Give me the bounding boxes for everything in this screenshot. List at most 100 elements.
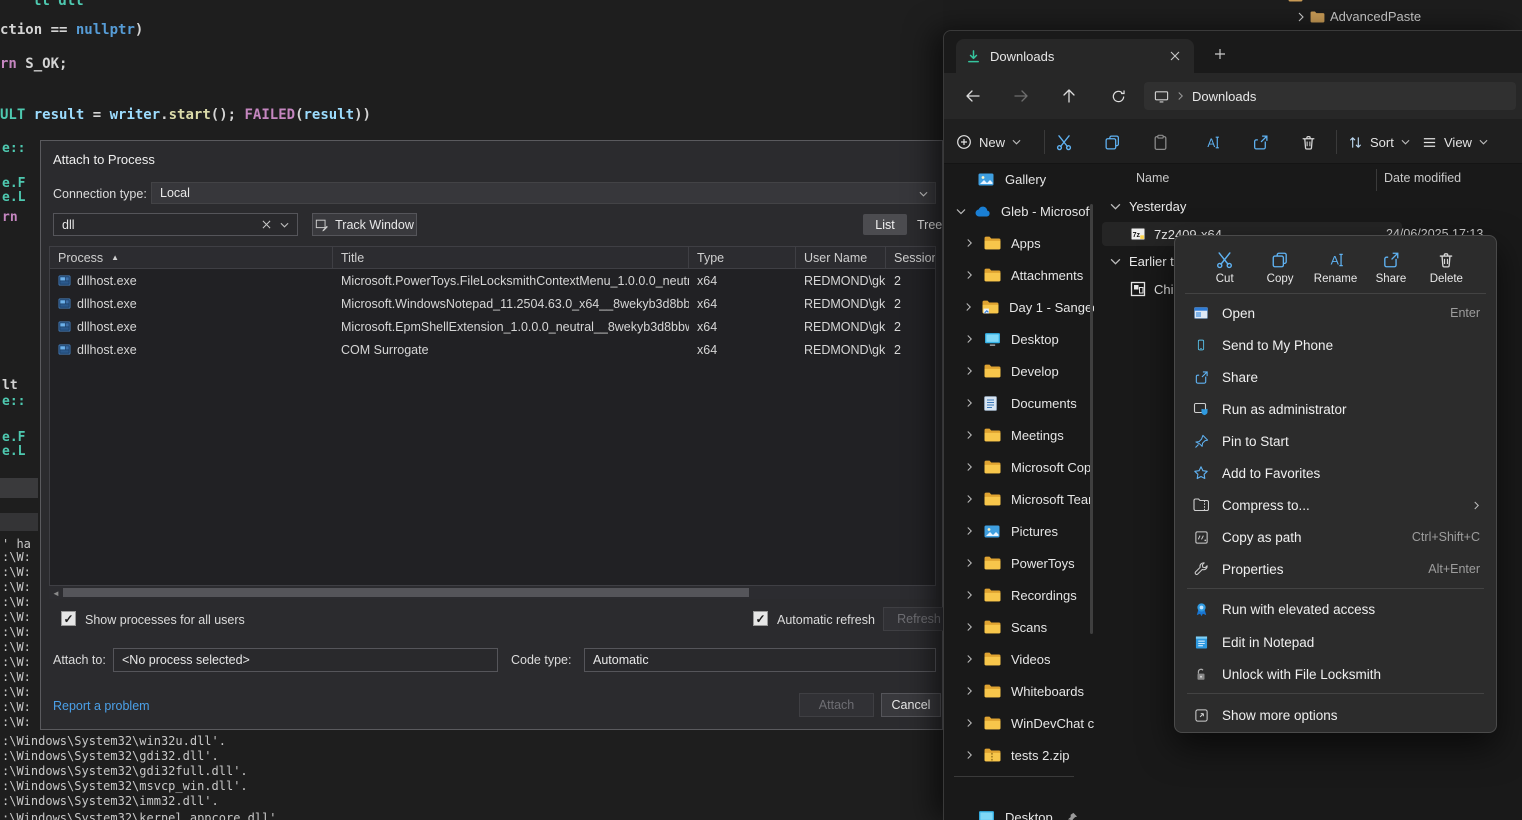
- column-divider[interactable]: [1376, 169, 1377, 191]
- delete-button[interactable]: Delete: [1419, 242, 1474, 293]
- show-all-users-checkbox[interactable]: ✓: [61, 611, 76, 626]
- cut-icon[interactable]: [1048, 126, 1080, 158]
- sidebar-item-whiteboards[interactable]: Whiteboards: [944, 675, 1094, 707]
- copy-button[interactable]: Copy: [1252, 242, 1307, 293]
- column-header-name[interactable]: Name: [1136, 171, 1169, 185]
- tab-downloads[interactable]: Downloads: [956, 39, 1194, 73]
- chevron-right-icon[interactable]: [966, 622, 976, 632]
- scrollbar-thumb[interactable]: [63, 588, 749, 597]
- chevron-right-icon[interactable]: [966, 654, 976, 664]
- chevron-right-icon[interactable]: [966, 334, 976, 344]
- chevron-right-icon[interactable]: [966, 494, 976, 504]
- clear-filter-icon[interactable]: [262, 220, 271, 229]
- sidebar-item-day1[interactable]: Day 1 - Sangee: [944, 291, 1094, 323]
- chevron-down-icon[interactable]: [956, 208, 966, 215]
- report-a-problem-link[interactable]: Report a problem: [53, 699, 150, 713]
- menu-item-properties[interactable]: Properties Alt+Enter: [1181, 553, 1490, 585]
- table-row[interactable]: dllhost.exe Microsoft.WindowsNotepad_11.…: [50, 292, 935, 315]
- rename-icon[interactable]: A: [1196, 126, 1228, 158]
- sidebar-item-desktop-pinned[interactable]: Desktop: [944, 801, 1094, 820]
- code-type-field[interactable]: Automatic: [584, 648, 936, 672]
- scroll-left-icon[interactable]: ◄: [52, 589, 60, 598]
- menu-item-show-more-options[interactable]: Show more options: [1181, 699, 1490, 731]
- table-row[interactable]: dllhost.exe COM Surrogatex64REDMOND\gk..…: [50, 338, 935, 361]
- refresh-icon[interactable]: [1103, 81, 1133, 111]
- menu-item-add-to-favorites[interactable]: Add to Favorites: [1181, 457, 1490, 489]
- breadcrumb[interactable]: Downloads: [1192, 89, 1256, 104]
- table-row[interactable]: dllhost.exe Microsoft.PowerToys.FileLock…: [50, 269, 935, 292]
- chevron-down-icon[interactable]: [1110, 258, 1121, 265]
- chevron-right-icon[interactable]: [966, 558, 976, 568]
- share-button[interactable]: Share: [1363, 242, 1418, 293]
- menu-item-run-as-administrator[interactable]: Run as administrator: [1181, 393, 1490, 425]
- chevron-right-icon[interactable]: [966, 526, 976, 536]
- chevron-right-icon[interactable]: [966, 750, 976, 760]
- new-button[interactable]: New: [956, 126, 1021, 158]
- sidebar-item-attachments[interactable]: Attachments: [944, 259, 1094, 291]
- sidebar-item-tests-zip[interactable]: tests 2.zip: [944, 739, 1094, 771]
- group-header-yesterday[interactable]: Yesterday: [1110, 199, 1186, 214]
- horizontal-scrollbar[interactable]: ◄: [49, 586, 936, 599]
- chevron-right-icon[interactable]: [965, 302, 974, 312]
- attach-button[interactable]: Attach: [799, 693, 874, 717]
- sidebar-item-develop[interactable]: Develop: [944, 355, 1094, 387]
- chevron-right-icon[interactable]: [966, 366, 976, 376]
- menu-item-edit-in-notepad[interactable]: Edit in Notepad: [1181, 626, 1490, 658]
- menu-item-copy-as-path[interactable]: Copy as path Ctrl+Shift+C: [1181, 521, 1490, 553]
- chevron-right-icon[interactable]: [966, 270, 976, 280]
- view-button[interactable]: View: [1422, 126, 1488, 158]
- chevron-right-icon[interactable]: [966, 238, 976, 248]
- column-header-date-modified[interactable]: Date modified: [1384, 171, 1461, 185]
- chevron-right-icon[interactable]: [966, 462, 976, 472]
- menu-item-run-elevated[interactable]: Run with elevated access: [1181, 593, 1490, 625]
- cut-button[interactable]: Cut: [1197, 242, 1252, 293]
- chevron-right-icon[interactable]: [966, 686, 976, 696]
- sidebar-item-gallery[interactable]: Gallery: [944, 164, 1094, 195]
- back-icon[interactable]: [958, 81, 988, 111]
- sidebar-item-meetings[interactable]: Meetings: [944, 419, 1094, 451]
- sidebar-scrollbar[interactable]: [1090, 204, 1093, 634]
- delete-icon[interactable]: [1292, 126, 1324, 158]
- sidebar-item-onedrive[interactable]: Gleb - Microsoft: [944, 195, 1094, 227]
- sidebar-item-scans[interactable]: Scans: [944, 611, 1094, 643]
- sidebar-item-microsoft-copilot[interactable]: Microsoft Cop: [944, 451, 1094, 483]
- view-toggle-list[interactable]: List: [863, 214, 907, 235]
- view-toggle-tree[interactable]: Tree: [917, 218, 942, 232]
- menu-item-compress-to[interactable]: Compress to...: [1181, 489, 1490, 521]
- sidebar-item-videos[interactable]: Videos: [944, 643, 1094, 675]
- tree-item-advancedpaste[interactable]: AdvancedPaste: [1297, 9, 1421, 24]
- sidebar-item-documents[interactable]: Documents: [944, 387, 1094, 419]
- column-header-username[interactable]: User Name: [796, 247, 886, 268]
- attach-to-field[interactable]: <No process selected>: [113, 648, 498, 672]
- sort-button[interactable]: Sort: [1348, 126, 1410, 158]
- menu-item-send-to-phone[interactable]: Send to My Phone: [1181, 329, 1490, 361]
- sidebar-item-desktop[interactable]: Desktop: [944, 323, 1094, 355]
- chevron-right-icon[interactable]: [966, 590, 976, 600]
- cancel-button[interactable]: Cancel: [881, 693, 941, 717]
- sidebar-item-pictures[interactable]: Pictures: [944, 515, 1094, 547]
- automatic-refresh-checkbox[interactable]: ✓: [753, 611, 768, 626]
- share-icon[interactable]: [1244, 126, 1276, 158]
- sidebar-item-windevchat[interactable]: WinDevChat c: [944, 707, 1094, 739]
- column-header-type[interactable]: Type: [689, 247, 796, 268]
- rename-button[interactable]: A Rename: [1308, 242, 1363, 293]
- chevron-right-icon[interactable]: [966, 430, 976, 440]
- menu-item-pin-to-start[interactable]: Pin to Start: [1181, 425, 1490, 457]
- chevron-down-icon[interactable]: [1110, 203, 1121, 210]
- menu-item-share[interactable]: Share: [1181, 361, 1490, 393]
- tree-item-modules[interactable]: modules: [1288, 0, 1357, 3]
- sidebar-item-recordings[interactable]: Recordings: [944, 579, 1094, 611]
- column-header-session[interactable]: Session: [886, 247, 936, 268]
- chevron-right-icon[interactable]: [966, 718, 976, 728]
- paste-icon[interactable]: [1144, 126, 1176, 158]
- new-tab-icon[interactable]: [1210, 44, 1230, 64]
- up-icon[interactable]: [1054, 81, 1084, 111]
- track-window-button[interactable]: Track Window: [312, 213, 417, 236]
- menu-item-unlock-file-locksmith[interactable]: Unlock with File Locksmith: [1181, 658, 1490, 690]
- column-header-title[interactable]: Title: [333, 247, 689, 268]
- chevron-right-icon[interactable]: [966, 398, 976, 408]
- close-tab-icon[interactable]: [1166, 47, 1184, 65]
- sidebar-item-apps[interactable]: Apps: [944, 227, 1094, 259]
- connection-type-dropdown[interactable]: Local: [151, 182, 936, 204]
- address-bar[interactable]: Downloads: [1144, 82, 1516, 110]
